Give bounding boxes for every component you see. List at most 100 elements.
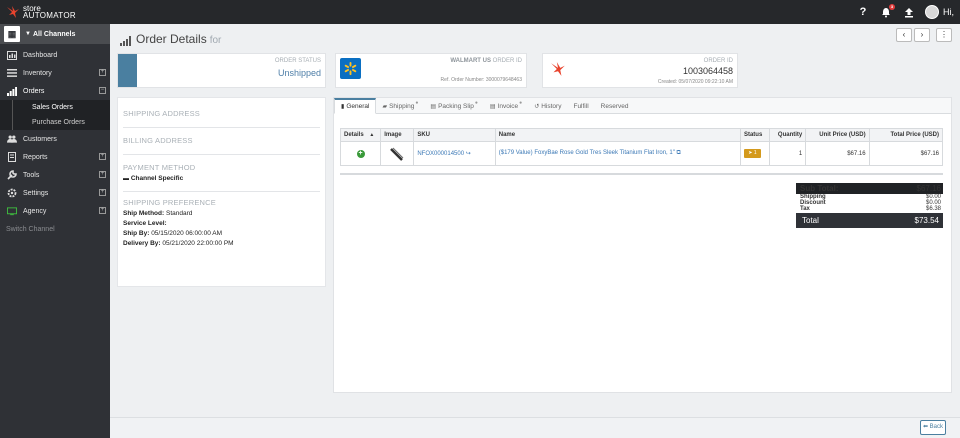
- report-icon: [7, 152, 17, 162]
- sidebar-item-dashboard[interactable]: Dashboard: [0, 46, 110, 64]
- delivery-by-value: 05/21/2020 22:00:00 PM: [162, 240, 234, 247]
- table-header-row: Details ▲ Image SKU Name Status Quantity…: [339, 128, 944, 142]
- more-options-button[interactable]: ⋮: [936, 28, 952, 42]
- order-status-value: Unshipped: [277, 68, 321, 78]
- next-button[interactable]: ›: [914, 28, 930, 42]
- bell-icon[interactable]: 3: [879, 4, 895, 19]
- document-icon: ▤: [430, 103, 437, 110]
- order-status-card: ORDER STATUS Unshipped: [117, 53, 326, 88]
- expand-icon[interactable]: +: [99, 69, 106, 76]
- expand-icon[interactable]: +: [99, 153, 106, 160]
- share-icon[interactable]: ↪: [466, 151, 471, 157]
- sku-link[interactable]: NFOX000014500: [417, 151, 464, 157]
- created-value: 05/07/2020 09:22:10 AM: [678, 79, 734, 85]
- gear-icon: [7, 188, 17, 198]
- tab-invoice[interactable]: ▤ Invoice ●: [484, 98, 528, 114]
- status-badge[interactable]: ➤ 1: [743, 149, 761, 158]
- sidebar-item-label: Reports: [23, 153, 48, 161]
- expand-row-icon[interactable]: +: [356, 149, 365, 158]
- chevron-down-icon: ▼: [25, 31, 31, 37]
- truck-icon: ▰: [382, 103, 388, 110]
- list-icon: [7, 68, 17, 78]
- column-header-quantity: Quantity: [769, 128, 807, 142]
- file-icon: ▤: [489, 103, 496, 110]
- expand-icon[interactable]: +: [99, 189, 106, 196]
- order-totals: Sub Total: $67.16 Shipping $0.00 Discoun…: [796, 183, 943, 228]
- sidebar-item-sales-orders[interactable]: Sales Orders: [0, 100, 110, 115]
- column-header-details[interactable]: Details ▲: [339, 128, 382, 142]
- collapse-icon[interactable]: −: [99, 87, 106, 94]
- sidebar-item-orders[interactable]: Orders −: [0, 82, 110, 100]
- column-header-sku: SKU: [413, 128, 496, 142]
- channel-order-card: WALMART US ORDER ID Ref. Order Number: 3…: [335, 53, 527, 88]
- sidebar-item-inventory[interactable]: Inventory +: [0, 64, 110, 82]
- sidebar: ▦ ▼ All Channels Dashboard Inventory + O…: [0, 24, 110, 438]
- order-items-table: Details ▲ Image SKU Name Status Quantity…: [339, 128, 944, 166]
- tab-general[interactable]: ▮ General: [334, 98, 377, 114]
- delivery-by-label: Delivery By:: [123, 240, 161, 247]
- bar-chart-icon: [120, 36, 131, 46]
- plane-icon: ➤: [748, 150, 753, 156]
- avatar[interactable]: [925, 5, 939, 19]
- payment-method-heading: PAYMENT METHOD: [123, 163, 196, 172]
- top-bar: store AUTOMATOR ? 3 Hi,: [0, 0, 960, 24]
- unit-price-cell: $67.16: [805, 141, 870, 166]
- expand-icon[interactable]: +: [99, 171, 106, 178]
- sidebar-item-label: Dashboard: [23, 51, 58, 59]
- tax-row: Tax $6.38: [800, 206, 941, 212]
- page-title-suffix: for: [209, 35, 222, 46]
- page-header: Order Details for: [120, 32, 221, 46]
- column-header-image: Image: [380, 128, 415, 142]
- history-icon: ↺: [534, 103, 540, 110]
- ship-by-label: Ship By:: [123, 230, 150, 237]
- created-label: Created:: [657, 79, 678, 85]
- sidebar-item-tools[interactable]: Tools +: [0, 166, 110, 184]
- channels-label: All Channels: [32, 30, 76, 38]
- channel-order-id-label: ORDER ID: [492, 58, 522, 64]
- orders-submenu: Sales Orders Purchase Orders: [0, 100, 110, 130]
- brand-logo[interactable]: store AUTOMATOR: [6, 3, 76, 21]
- users-icon: [7, 134, 17, 144]
- payment-method-value: Channel Specific: [130, 175, 184, 182]
- back-button[interactable]: ⬅ Back: [920, 420, 946, 435]
- expand-icon[interactable]: +: [99, 207, 106, 214]
- sidebar-item-settings[interactable]: Settings +: [0, 184, 110, 202]
- product-image[interactable]: [389, 146, 405, 162]
- sidebar-item-purchase-orders[interactable]: Purchase Orders: [0, 115, 110, 130]
- tab-bar: ▮ General ▰ Shipping ● ▤ Packing Slip ● …: [334, 98, 951, 114]
- bird-logo-icon: [7, 6, 19, 18]
- quantity-cell: 1: [769, 141, 807, 166]
- record-navigation: ‹ › ⋮: [896, 28, 952, 42]
- greeting[interactable]: Hi,: [943, 7, 954, 17]
- ref-order-label: Ref. Order Number:: [440, 77, 485, 83]
- sidebar-item-customers[interactable]: Customers: [0, 130, 110, 148]
- bar-chart-icon: [7, 86, 17, 96]
- page-title: Order Details: [136, 32, 207, 46]
- external-link-icon[interactable]: ⧉: [677, 150, 681, 156]
- product-name-link[interactable]: ($179 Value) FoxyBae Rose Gold Tres Slee…: [499, 150, 675, 156]
- dashboard-icon: [7, 50, 17, 60]
- tab-shipping[interactable]: ▰ Shipping ●: [376, 98, 424, 114]
- sidebar-item-agency[interactable]: Agency +: [0, 202, 110, 220]
- sidebar-item-label: Agency: [23, 207, 47, 215]
- total-price-cell: $67.16: [868, 141, 944, 166]
- order-status-label: ORDER STATUS: [274, 58, 321, 64]
- all-channels-selector[interactable]: ▦ ▼ All Channels: [0, 24, 110, 44]
- arrow-left-icon: ⬅: [922, 424, 928, 430]
- sidebar-item-reports[interactable]: Reports +: [0, 148, 110, 166]
- storeautomator-logo-icon: [547, 58, 568, 79]
- sort-icon: ▲: [369, 132, 375, 138]
- tab-history[interactable]: ↺ History: [528, 98, 567, 114]
- question-icon[interactable]: ?: [856, 5, 870, 19]
- tab-fulfill[interactable]: Fulfill: [567, 98, 594, 114]
- ship-method-label: Ship Method:: [123, 210, 165, 217]
- ref-order-value: 3000079648463: [485, 77, 522, 83]
- info-icon: ●: [415, 100, 419, 106]
- info-icon: ●: [474, 100, 478, 106]
- upload-icon[interactable]: [902, 5, 916, 19]
- brand-line2: AUTOMATOR: [23, 11, 76, 20]
- switch-channel-link[interactable]: Switch Channel: [0, 220, 110, 238]
- tab-reserved[interactable]: Reserved: [595, 98, 635, 114]
- tab-packing-slip[interactable]: ▤ Packing Slip ●: [424, 98, 483, 114]
- previous-button[interactable]: ‹: [896, 28, 912, 42]
